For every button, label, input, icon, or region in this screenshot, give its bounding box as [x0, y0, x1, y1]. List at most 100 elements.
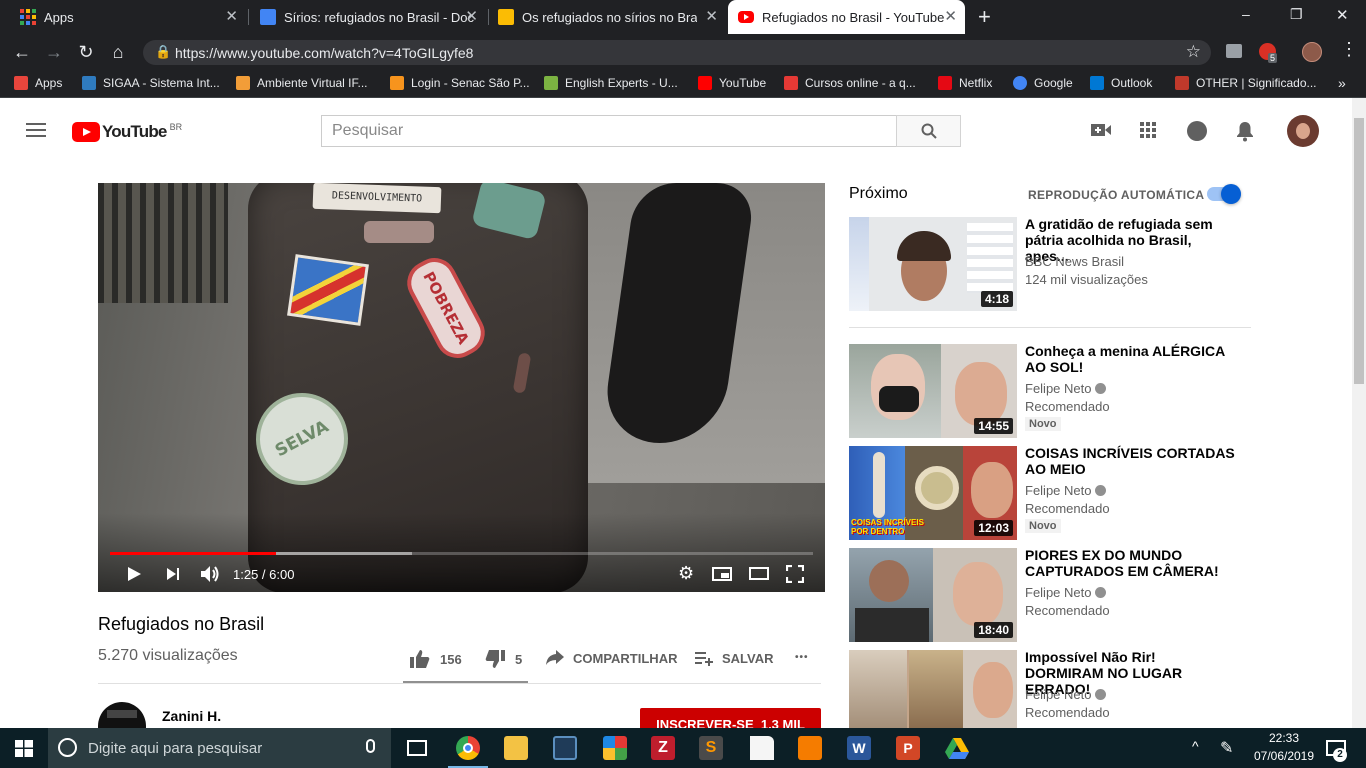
filezilla-icon[interactable]: Z — [651, 736, 675, 760]
tab-youtube[interactable]: Refugiados no Brasil - YouTube ✕ — [728, 0, 965, 34]
bookmark-label: Outlook — [1111, 76, 1153, 90]
recommendation-thumbnail[interactable]: COISAS INCRÍVEIS POR DENTRO 12:03 — [849, 446, 1017, 540]
more-actions-icon[interactable]: ••• — [795, 652, 809, 663]
recommendation-title[interactable]: PIORES EX DO MUNDO CAPTURADOS EM CÂMERA! — [1025, 547, 1235, 579]
xampp-icon[interactable] — [798, 736, 822, 760]
file-explorer-icon[interactable] — [504, 736, 528, 760]
back-icon[interactable]: ← — [10, 41, 34, 63]
recommendation-title[interactable]: Conheça a menina ALÉRGICA AO SOL! — [1025, 343, 1235, 375]
powerpoint-icon[interactable]: P — [896, 736, 920, 760]
share-button[interactable]: COMPARTILHAR — [546, 650, 677, 666]
apps-grid-icon[interactable] — [1140, 122, 1156, 138]
tab-apps[interactable]: Apps ✕ — [8, 0, 246, 34]
youtube-logo[interactable]: YouTube BR — [72, 122, 182, 142]
google-drive-icon[interactable] — [945, 738, 969, 759]
tab-slides[interactable]: Os refugiados no sírios no Brasil ✕ — [490, 0, 726, 34]
bookmarks-overflow[interactable]: » — [1338, 75, 1346, 91]
windows-start-icon[interactable] — [15, 740, 33, 757]
show-hidden-icons-icon[interactable]: ^ — [1192, 738, 1199, 754]
next-video-icon[interactable] — [166, 567, 180, 581]
recommendation-channel[interactable]: BBC News Brasil — [1025, 254, 1124, 269]
profile-avatar[interactable] — [1302, 42, 1322, 62]
pen-workspace-icon[interactable]: ✎ — [1220, 738, 1233, 758]
hamburger-menu-icon[interactable] — [26, 123, 46, 137]
bookmark-other[interactable]: OTHER | Significado... — [1175, 76, 1317, 90]
dislike-button[interactable]: 5 — [485, 650, 522, 668]
search-input[interactable]: Pesquisar — [321, 115, 897, 147]
create-video-icon[interactable] — [1091, 122, 1111, 138]
senac-icon — [390, 76, 404, 90]
miniplayer-icon[interactable] — [712, 567, 732, 581]
recommendation-thumbnail[interactable] — [849, 650, 1017, 728]
word-icon[interactable]: W — [847, 736, 871, 760]
volume-icon[interactable] — [199, 564, 219, 584]
clock-date[interactable]: 07/06/2019 — [1247, 749, 1321, 763]
bookmark-netflix[interactable]: Netflix — [938, 76, 992, 90]
duration-badge: 12:03 — [974, 520, 1013, 536]
save-button[interactable]: SALVAR — [695, 650, 774, 666]
autoplay-toggle[interactable] — [1207, 184, 1241, 204]
document-icon[interactable] — [750, 736, 774, 760]
menu-dots-icon[interactable]: ⋮ — [1340, 40, 1358, 58]
maximize-button[interactable]: ❐ — [1290, 6, 1303, 23]
recommendation-channel[interactable]: Felipe Neto — [1025, 687, 1107, 702]
sticker-flag-congo — [287, 254, 369, 326]
clock-time[interactable]: 22:33 — [1254, 731, 1314, 745]
tab-docs[interactable]: Sírios: refugiados no Brasil - Doc ✕ — [250, 0, 486, 34]
bookmark-sigaa[interactable]: SIGAA - Sistema Int... — [82, 76, 220, 90]
extension-icon[interactable] — [1226, 44, 1242, 58]
new-tab-button[interactable]: + — [978, 4, 991, 30]
bookmark-star-icon[interactable]: ☆ — [1186, 42, 1201, 62]
bookmark-cursos-online[interactable]: Cursos online - a q... — [784, 76, 916, 90]
close-window-button[interactable]: ✕ — [1336, 6, 1349, 24]
bookmark-senac[interactable]: Login - Senac São P... — [390, 76, 530, 90]
taskbar-search-box[interactable]: Digite aqui para pesquisar — [48, 728, 391, 768]
close-tab-icon[interactable]: ✕ — [944, 9, 957, 24]
messages-icon[interactable] — [1187, 121, 1207, 141]
like-button[interactable]: 156 — [410, 650, 462, 668]
bookmark-ambiente-virtual[interactable]: Ambiente Virtual IF... — [236, 76, 368, 90]
channel-name[interactable]: Zanini H. — [162, 708, 221, 724]
microphone-icon[interactable] — [366, 739, 375, 753]
account-avatar[interactable] — [1287, 115, 1319, 147]
home-icon[interactable]: ⌂ — [106, 41, 130, 63]
recommendation-thumbnail[interactable]: 14:55 — [849, 344, 1017, 438]
bookmark-outlook[interactable]: Outlook — [1090, 76, 1152, 90]
code-editor-icon[interactable] — [553, 736, 577, 760]
bookmark-english-experts[interactable]: English Experts - U... — [544, 76, 678, 90]
close-tab-icon[interactable]: ✕ — [705, 9, 718, 24]
recommendation-thumbnail[interactable]: 18:40 — [849, 548, 1017, 642]
video-progress-track[interactable] — [110, 552, 813, 555]
bookmark-google[interactable]: Google — [1013, 76, 1073, 90]
reload-icon[interactable]: ↻ — [74, 41, 98, 63]
recommendation-channel[interactable]: Felipe Neto — [1025, 483, 1107, 498]
settings-gear-icon[interactable]: ⚙ — [678, 563, 694, 583]
bookmark-youtube[interactable]: YouTube — [698, 76, 766, 90]
close-tab-icon[interactable]: ✕ — [225, 9, 238, 24]
url-text[interactable]: https://www.youtube.com/watch?v=4ToGILgy… — [175, 45, 473, 61]
duration-badge: 14:55 — [974, 418, 1013, 434]
chrome-icon[interactable] — [456, 736, 480, 760]
fullscreen-icon[interactable] — [786, 565, 804, 583]
address-bar[interactable]: 🔒 https://www.youtube.com/watch?v=4ToGIL… — [142, 39, 1212, 66]
page-scrollbar[interactable] — [1352, 98, 1366, 728]
search-button[interactable] — [896, 115, 961, 147]
minimize-button[interactable]: – — [1242, 6, 1250, 22]
close-tab-icon[interactable]: ✕ — [465, 9, 478, 24]
notifications-bell-icon[interactable] — [1236, 120, 1254, 142]
video-player[interactable]: DESENVOLVIMENTO POBREZA SELVA 1:25 / 6:0… — [98, 183, 825, 592]
recommendation-channel[interactable]: Felipe Neto — [1025, 585, 1107, 600]
bookmark-apps[interactable]: Apps — [14, 76, 62, 90]
subscribe-button[interactable]: INSCREVER-SE 1,3 MIL — [640, 708, 821, 732]
recommendation-channel[interactable]: Felipe Neto — [1025, 381, 1107, 396]
taskbar-search-placeholder: Digite aqui para pesquisar — [88, 740, 263, 757]
lock-icon: 🔒 — [155, 44, 172, 59]
play-icon[interactable] — [126, 566, 142, 582]
sublime-text-icon[interactable]: S — [699, 736, 723, 760]
forward-icon[interactable]: → — [42, 41, 66, 63]
theater-mode-icon[interactable] — [749, 567, 769, 580]
recommendation-thumbnail[interactable]: 4:18 — [849, 217, 1017, 311]
recommendation-title[interactable]: COISAS INCRÍVEIS CORTADAS AO MEIO — [1025, 445, 1235, 477]
task-view-icon[interactable] — [407, 740, 427, 756]
app-grid-icon[interactable] — [603, 736, 627, 760]
